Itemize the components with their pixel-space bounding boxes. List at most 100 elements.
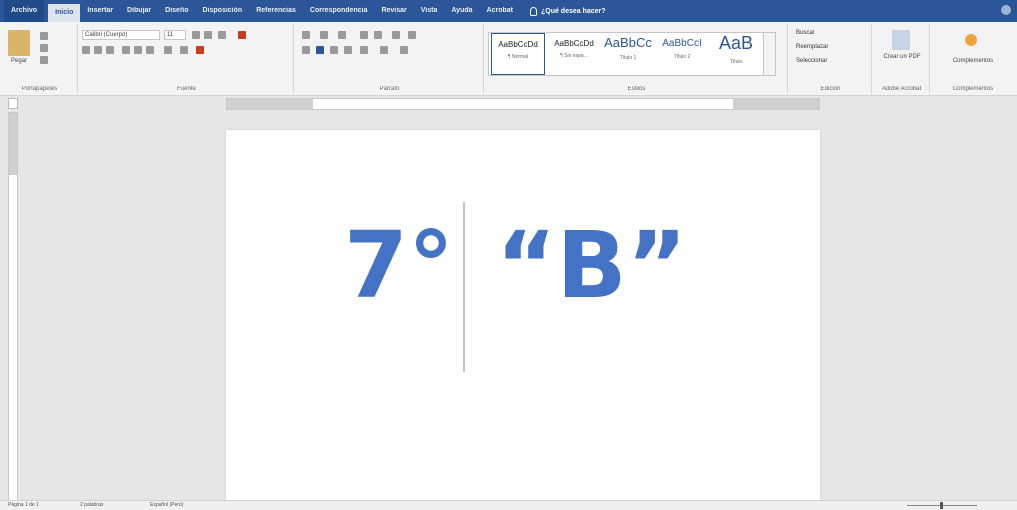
ruler-right-margin <box>733 99 819 109</box>
subscript-icon[interactable] <box>134 46 142 54</box>
style-name: Título 1 <box>619 55 637 61</box>
editing-group: Buscar Reemplazar Seleccionar Edición <box>790 24 872 94</box>
borders-icon[interactable] <box>400 46 408 54</box>
text-effects-icon[interactable] <box>164 46 172 54</box>
grade-text: 7° <box>344 212 455 319</box>
copy-icon[interactable] <box>40 44 48 52</box>
style-name: Título 2 <box>673 54 691 60</box>
font-size-select[interactable]: 11 <box>164 30 186 40</box>
highlight-icon[interactable] <box>180 46 188 54</box>
addins-button[interactable]: Complementos <box>934 58 1012 64</box>
horizontal-ruler[interactable] <box>226 98 820 110</box>
create-pdf-button[interactable]: Crear un PDF <box>878 54 926 60</box>
clipboard-group-label: Portapapeles <box>21 86 58 92</box>
tell-me-text: ¿Qué desea hacer? <box>540 7 606 15</box>
page-count[interactable]: Página 1 de 1 <box>8 502 39 508</box>
font-group-label: Fuente <box>177 86 196 92</box>
cut-icon[interactable] <box>40 32 48 40</box>
replace-button[interactable]: Reemplazar <box>796 44 828 50</box>
acrobat-group: Crear un PDF Adobe Acrobat <box>874 24 930 94</box>
align-left-icon[interactable] <box>302 46 310 54</box>
shrink-font-icon[interactable] <box>204 31 212 39</box>
paragraph-group-label: Párrafo <box>379 86 400 92</box>
grow-font-icon[interactable] <box>192 31 200 39</box>
styles-more-icon[interactable] <box>763 33 775 75</box>
tab-help[interactable]: Ayuda <box>444 0 479 22</box>
paste-icon[interactable] <box>8 30 30 56</box>
style-no-spacing[interactable]: AaBbCcDd ¶ Sin espa... <box>547 33 601 75</box>
clear-formatting-icon[interactable] <box>238 31 246 39</box>
editing-group-label: Edición <box>820 86 841 92</box>
zoom-thumb[interactable] <box>940 502 943 509</box>
section-text: “B” <box>496 212 688 319</box>
styles-group-label: Estilos <box>627 86 646 92</box>
tab-draw[interactable]: Dibujar <box>120 0 158 22</box>
ribbon-tab-bar: Archivo Inicio Insertar Dibujar Diseño D… <box>0 0 1017 22</box>
word-count[interactable]: 2 palabras <box>80 502 103 508</box>
style-sample: AaBbCcDd <box>498 40 538 49</box>
style-heading-2[interactable]: AaBbCcI Título 2 <box>655 33 709 75</box>
format-painter-icon[interactable] <box>40 56 48 64</box>
underline-icon[interactable] <box>106 46 114 54</box>
justify-icon[interactable] <box>344 46 352 54</box>
superscript-icon[interactable] <box>146 46 154 54</box>
tab-layout[interactable]: Disposición <box>196 0 250 22</box>
increase-indent-icon[interactable] <box>374 31 382 39</box>
align-right-icon[interactable] <box>330 46 338 54</box>
acrobat-group-label: Adobe Acrobat <box>881 86 922 92</box>
lightbulb-icon <box>529 6 537 16</box>
show-marks-icon[interactable] <box>408 31 416 39</box>
share-icon[interactable] <box>1001 5 1011 15</box>
decrease-indent-icon[interactable] <box>360 31 368 39</box>
font-color-icon[interactable] <box>196 46 204 54</box>
align-center-icon[interactable] <box>316 46 324 54</box>
line-spacing-icon[interactable] <box>360 46 368 54</box>
style-sample: AaB <box>718 33 754 53</box>
status-bar: Página 1 de 1 2 palabras Español (Perú) <box>0 500 1017 510</box>
numbering-icon[interactable] <box>320 31 328 39</box>
paragraph-group: Párrafo <box>296 24 484 94</box>
clipboard-group: Pegar Portapapeles <box>2 24 78 94</box>
addins-group: Complementos Complementos <box>932 24 1014 94</box>
tab-file[interactable]: Archivo <box>4 0 45 22</box>
style-sample: AaBbCcI <box>662 38 702 49</box>
tab-mailings[interactable]: Correspondencia <box>303 0 375 22</box>
tell-me-search[interactable]: ¿Qué desea hacer? <box>529 6 606 16</box>
sort-icon[interactable] <box>392 31 400 39</box>
style-name: ¶ Normal <box>507 54 529 60</box>
style-sample: AaBbCc <box>604 35 652 50</box>
style-name: Título <box>729 59 743 65</box>
addins-group-label: Complementos <box>952 86 994 92</box>
shading-icon[interactable] <box>380 46 388 54</box>
tab-selector[interactable] <box>8 98 18 109</box>
tab-view[interactable]: Vista <box>414 0 445 22</box>
font-family-select[interactable]: Calibri (Cuerpo) <box>82 30 160 40</box>
style-title[interactable]: AaB Título <box>709 33 763 75</box>
ribbon: Pegar Portapapeles Calibri (Cuerpo) 11 F… <box>0 22 1017 96</box>
paste-label: Pegar <box>10 58 27 64</box>
vertical-ruler[interactable] <box>8 112 18 502</box>
tab-references[interactable]: Referencias <box>249 0 303 22</box>
vertical-divider-line <box>463 202 465 372</box>
style-heading-1[interactable]: AaBbCc Título 1 <box>601 33 655 75</box>
tab-design[interactable]: Diseño <box>158 0 195 22</box>
strikethrough-icon[interactable] <box>122 46 130 54</box>
bullets-icon[interactable] <box>302 31 310 39</box>
change-case-icon[interactable] <box>218 31 226 39</box>
language-indicator[interactable]: Español (Perú) <box>150 502 183 508</box>
pdf-icon[interactable] <box>892 30 910 50</box>
style-name: ¶ Sin espa... <box>560 53 588 59</box>
styles-gallery: AaBbCcDd ¶ Normal AaBbCcDd ¶ Sin espa...… <box>488 32 776 76</box>
style-normal[interactable]: AaBbCcDd ¶ Normal <box>491 33 545 75</box>
tab-review[interactable]: Revisar <box>374 0 413 22</box>
italic-icon[interactable] <box>94 46 102 54</box>
bold-icon[interactable] <box>82 46 90 54</box>
tab-acrobat[interactable]: Acrobat <box>480 0 520 22</box>
select-button[interactable]: Seleccionar <box>796 58 827 64</box>
document-page[interactable]: 7° “B” <box>226 130 820 505</box>
tab-insert[interactable]: Insertar <box>80 0 120 22</box>
tab-home[interactable]: Inicio <box>48 4 81 22</box>
find-button[interactable]: Buscar <box>796 30 815 36</box>
addins-icon[interactable] <box>965 34 977 46</box>
multilevel-list-icon[interactable] <box>338 31 346 39</box>
